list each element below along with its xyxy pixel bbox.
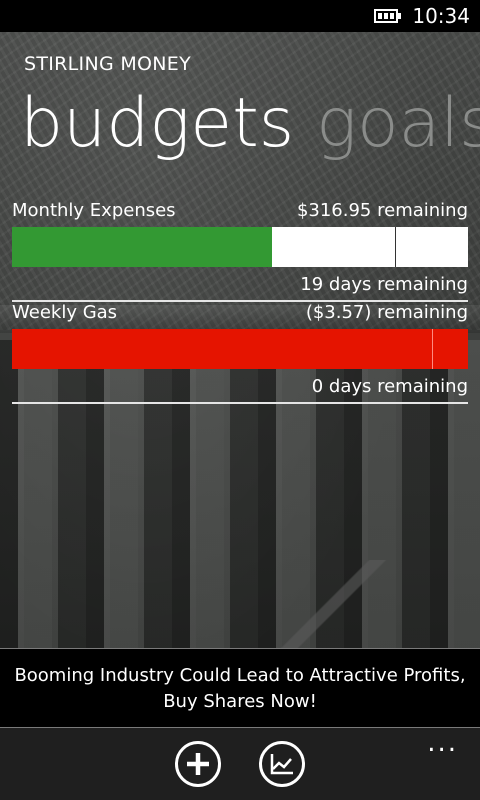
pivot-header: budgets goals xyxy=(20,84,480,164)
budget-remaining: ($3.57) remaining xyxy=(305,302,468,323)
divider xyxy=(12,402,468,404)
ad-banner[interactable]: Booming Industry Could Lead to Attractiv… xyxy=(0,648,480,728)
budget-spent-fill xyxy=(12,227,272,267)
chart-icon xyxy=(259,741,305,787)
add-icon xyxy=(175,741,221,787)
budget-time-marker xyxy=(395,227,397,267)
app-bar: ... xyxy=(0,728,480,800)
clock: 10:34 xyxy=(412,4,470,28)
pivot-budgets[interactable]: budgets xyxy=(20,84,294,164)
battery-charging-icon xyxy=(374,9,401,23)
app-title: STIRLING MONEY xyxy=(24,53,192,75)
pivot-goals[interactable]: goals xyxy=(316,84,480,164)
budget-item-monthly-expenses[interactable]: Monthly Expenses $316.95 remaining 19 da… xyxy=(12,199,468,302)
budget-item-weekly-gas[interactable]: Weekly Gas ($3.57) remaining 0 days rema… xyxy=(12,301,468,404)
more-options-button[interactable]: ... xyxy=(427,730,458,756)
budget-time-marker xyxy=(431,329,433,369)
budget-remaining: $316.95 remaining xyxy=(296,200,468,221)
budget-name: Monthly Expenses xyxy=(12,200,176,221)
budget-progress-bar xyxy=(12,227,468,267)
budget-progress-bar xyxy=(12,329,468,369)
budget-spent-fill xyxy=(12,329,468,369)
add-budget-button[interactable] xyxy=(174,740,222,788)
status-bar: 10:34 xyxy=(0,0,480,32)
ad-text: Booming Industry Could Lead to Attractiv… xyxy=(14,665,466,712)
chart-button[interactable] xyxy=(258,740,306,788)
budget-name: Weekly Gas xyxy=(12,302,118,323)
budget-days-remaining: 0 days remaining xyxy=(311,376,468,397)
budget-days-remaining: 19 days remaining xyxy=(300,274,468,295)
